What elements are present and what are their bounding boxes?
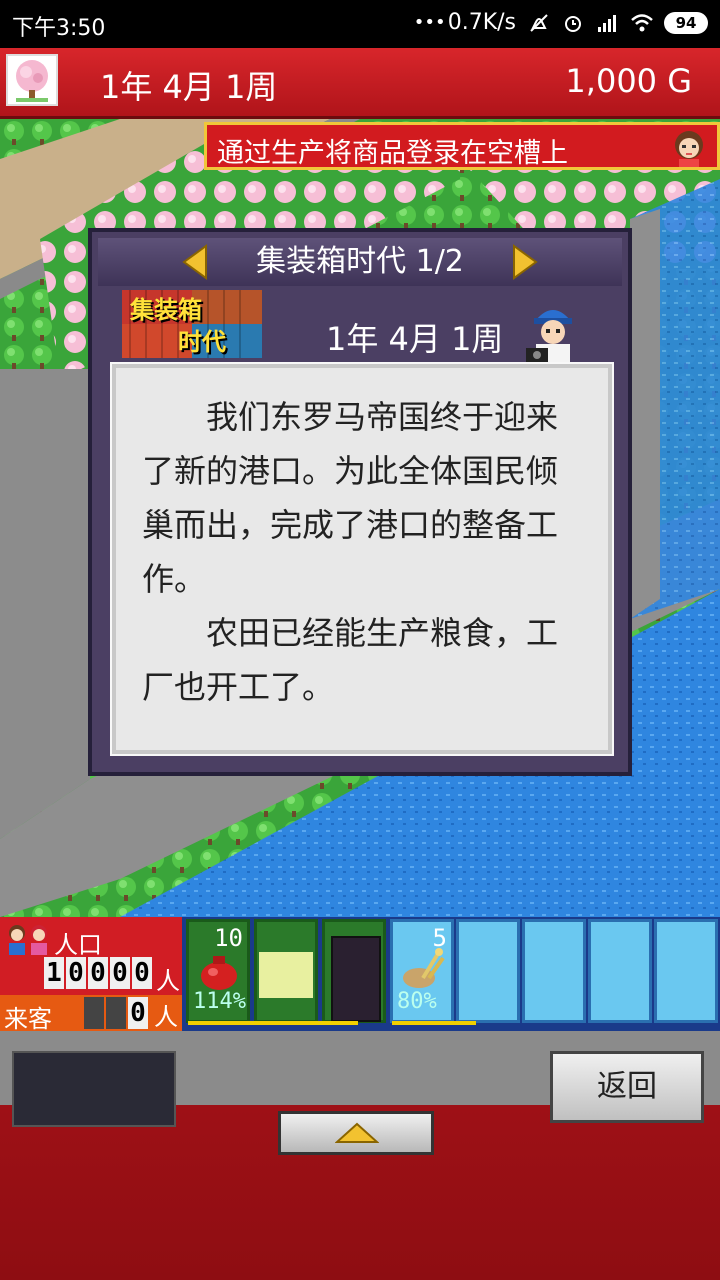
product-slot-locked[interactable] [322, 919, 386, 1023]
visitors-label: 来客 [4, 1005, 52, 1033]
product-slot-empty[interactable] [456, 919, 520, 1023]
status-icons: ••• 0.7K/s 94 [414, 10, 708, 35]
girl-portrait-icon [669, 127, 709, 167]
era-story-text: 我们东罗马帝国终于迎来了新的港口。为此全体国民倾巢而出，完成了港口的整备工作。 … [110, 362, 614, 756]
product-slot-empty[interactable] [522, 919, 586, 1023]
triangle-up-icon [335, 1122, 379, 1143]
population-counter: 1 0 0 0 0 [44, 957, 152, 989]
game-date: 1年 4月 1周 [100, 68, 278, 106]
wheat-sack-icon [399, 948, 447, 994]
population-digit: 0 [66, 957, 86, 989]
hint-text: 通过生产将商品登录在空槽上 [217, 138, 568, 169]
money-display: 1,000 G [565, 62, 692, 100]
bottom-menu: 返回 [0, 1031, 720, 1280]
back-button[interactable]: 返回 [550, 1051, 704, 1123]
slot-dark-fill [331, 936, 381, 1022]
top-header: 1年 4月 1周 1,000 G [0, 48, 720, 119]
population-digit: 0 [110, 957, 130, 989]
mute-icon [528, 12, 550, 34]
population-label: 人口 [54, 931, 102, 959]
container-era-logo: 集装箱 时代 [122, 290, 262, 358]
hint-banner[interactable]: 通过生产将商品登录在空槽上 [204, 122, 720, 170]
prev-page-arrow-icon[interactable] [180, 244, 210, 280]
product-slot-goods[interactable]: 5 80% [390, 919, 454, 1023]
dialog-titlebar: 集装箱时代 1/2 [98, 238, 622, 286]
status-bar: 下午3:50 ••• 0.7K/s 94 [0, 0, 720, 48]
product-slot-empty[interactable] [254, 919, 318, 1023]
visitors-counter: 0 [84, 997, 148, 1029]
product-slot-food[interactable]: 10 114% [186, 919, 250, 1023]
visitors-digit [106, 997, 126, 1029]
slot-percent: 80% [397, 989, 437, 1014]
battery-icon: 94 [664, 11, 708, 34]
info-box[interactable] [12, 1051, 176, 1127]
visitors-unit: 人 [154, 1003, 178, 1031]
network-speed: 0.7K/s [447, 10, 516, 35]
era-logo-line1: 集装箱 [130, 296, 202, 324]
population-digit: 1 [44, 957, 64, 989]
reporter-camera-icon [522, 298, 584, 366]
expand-menu-button[interactable] [278, 1111, 434, 1155]
people-icon [4, 923, 52, 955]
visitors-digit [84, 997, 104, 1029]
visitors-row: 来客 0 人 [0, 995, 182, 1033]
status-panel: 人口 1 0 0 0 0 人 来客 0 人 10 114% 5 80% [0, 917, 720, 1033]
slot-percent: 114% [193, 989, 246, 1014]
dialog-title: 集装箱时代 1/2 [256, 244, 464, 279]
era-dialog: 集装箱时代 1/2 集装箱 时代 1年 4月 1周 我们东罗马帝国终于迎来了新的… [88, 228, 632, 776]
goods-progress-bar [392, 1021, 476, 1025]
slot-count: 10 [214, 924, 243, 952]
wifi-icon [630, 12, 653, 34]
population-digit: 0 [132, 957, 152, 989]
visitors-digit: 0 [128, 997, 148, 1029]
population-unit: 人 [156, 967, 180, 995]
slot-empty-fill [259, 952, 313, 998]
population-digit: 0 [88, 957, 108, 989]
product-slot-empty[interactable] [654, 919, 718, 1023]
food-progress-bar [188, 1021, 358, 1025]
cherry-blossom-icon[interactable] [6, 54, 58, 106]
population-area[interactable]: 人口 1 0 0 0 0 人 来客 0 人 [0, 917, 182, 1033]
era-logo-line2: 时代 [178, 328, 226, 356]
next-page-arrow-icon[interactable] [510, 244, 540, 280]
story-paragraph-2: 农田已经能生产粮食，工厂也开工了。 [142, 614, 559, 706]
era-date: 1年 4月 1周 [326, 320, 504, 358]
signal-icon [596, 12, 618, 34]
alarm-icon [562, 12, 584, 34]
product-slot-empty[interactable] [588, 919, 652, 1023]
story-paragraph-1: 我们东罗马帝国终于迎来了新的港口。为此全体国民倾巢而出，完成了港口的整备工作。 [142, 398, 559, 598]
more-dots-icon: ••• [413, 11, 446, 33]
status-time: 下午3:50 [12, 16, 106, 41]
